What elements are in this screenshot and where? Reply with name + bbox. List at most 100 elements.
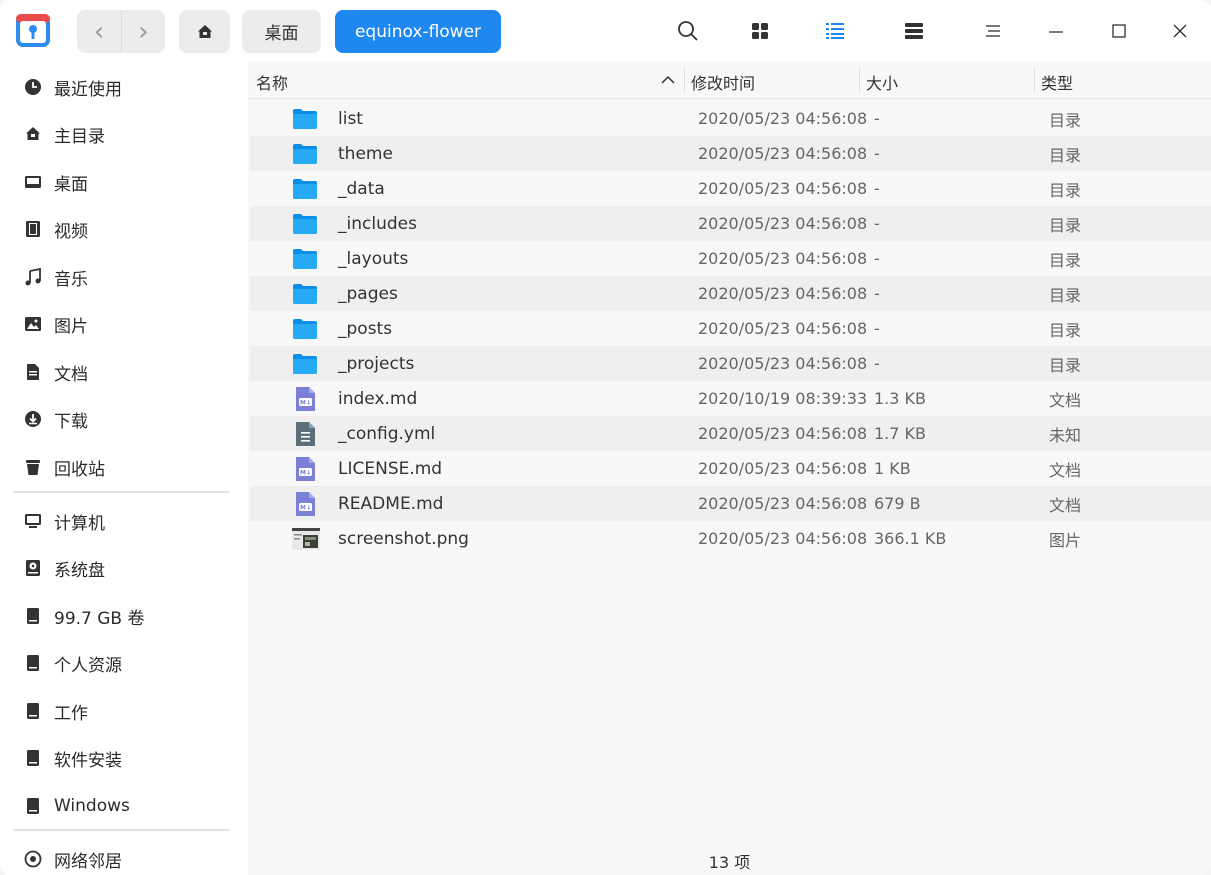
file-name: _data xyxy=(338,178,385,199)
folder-icon xyxy=(292,281,318,307)
document-icon xyxy=(24,363,42,381)
file-size: 1.3 KB xyxy=(874,389,926,408)
folder-icon xyxy=(292,246,318,272)
forward-button[interactable]: › xyxy=(121,10,165,53)
status-bar-count: 13 项 xyxy=(708,853,751,872)
folder-icon xyxy=(292,316,318,342)
list-view-button[interactable] xyxy=(820,16,850,46)
column-divider[interactable] xyxy=(684,68,685,92)
network-icon xyxy=(24,850,42,868)
file-modified-time: 2020/05/23 04:56:08 xyxy=(698,214,868,233)
table-row[interactable]: _pages 2020/05/23 04:56:08- 目录 xyxy=(250,276,1211,311)
file-size: - xyxy=(874,109,880,128)
folder-icon xyxy=(292,106,318,132)
chevron-left-icon: ‹ xyxy=(93,16,105,47)
file-type: 文档 xyxy=(1049,460,1082,480)
sidebar-item-windows[interactable]: Windows xyxy=(0,786,248,826)
table-row[interactable]: M↓ README.md 2020/05/23 04:56:08 679 B 文档 xyxy=(250,486,1211,521)
file-type: 目录 xyxy=(1049,355,1082,375)
icon-view-button[interactable] xyxy=(745,16,775,46)
sidebar-item-videos[interactable]: 视频 xyxy=(0,209,248,249)
computer-icon xyxy=(24,512,42,530)
file-size: 1 KB xyxy=(874,459,911,478)
hamburger-menu-icon xyxy=(986,25,1000,37)
file-name: _projects xyxy=(338,353,415,374)
sort-ascending-icon[interactable] xyxy=(661,75,675,85)
svg-text:M↓: M↓ xyxy=(300,400,311,407)
sidebar-item-label: 最近使用 xyxy=(54,79,122,100)
minimize-button[interactable] xyxy=(1041,16,1071,46)
file-type: 目录 xyxy=(1049,250,1082,270)
breadcrumb-desktop[interactable]: 桌面 xyxy=(242,10,321,53)
table-row[interactable]: theme 2020/05/23 04:56:08- 目录 xyxy=(250,136,1211,171)
sidebar-item-work[interactable]: 工作 xyxy=(0,691,248,731)
column-header-modified[interactable]: 修改时间 xyxy=(691,70,755,94)
table-row[interactable]: _layouts 2020/05/23 04:56:08- 目录 xyxy=(250,241,1211,276)
home-icon xyxy=(24,125,42,143)
table-row[interactable]: M↓ index.md 2020/10/19 08:39:33 1.3 KB 文档 xyxy=(250,381,1211,416)
sidebar-item-label: 视频 xyxy=(54,221,88,242)
file-name: theme xyxy=(338,143,393,164)
sidebar-item-music[interactable]: 音乐 xyxy=(0,257,248,297)
column-header-type[interactable]: 类型 xyxy=(1041,70,1073,94)
drive-icon xyxy=(24,607,42,625)
file-modified-time: 2020/05/23 04:56:08 xyxy=(698,354,868,373)
folder-icon xyxy=(292,351,318,377)
home-icon xyxy=(197,24,212,38)
sidebar-item-downloads[interactable]: 下载 xyxy=(0,399,248,439)
file-size: - xyxy=(874,144,880,163)
sidebar-item-pictures[interactable]: 图片 xyxy=(0,304,248,344)
minimize-icon xyxy=(1049,31,1063,33)
file-size: - xyxy=(874,284,880,303)
file-name: _config.yml xyxy=(338,423,436,444)
table-row[interactable]: _projects 2020/05/23 04:56:08- 目录 xyxy=(250,346,1211,381)
sidebar-item-software[interactable]: 软件安装 xyxy=(0,738,248,778)
sidebar-item-label: 回收站 xyxy=(54,459,105,480)
sidebar-item-documents[interactable]: 文档 xyxy=(0,352,248,392)
file-name: screenshot.png xyxy=(338,528,469,549)
column-header-name[interactable]: 名称 xyxy=(256,70,288,94)
file-type: 未知 xyxy=(1049,425,1082,445)
table-row[interactable]: M↓ LICENSE.md 2020/05/23 04:56:08 1 KB 文档 xyxy=(250,451,1211,486)
file-size: - xyxy=(874,179,880,198)
table-row[interactable]: _data 2020/05/23 04:56:08- 目录 xyxy=(250,171,1211,206)
table-row[interactable]: _includes 2020/05/23 04:56:08- 目录 xyxy=(250,206,1211,241)
breadcrumb-current[interactable]: equinox-flower xyxy=(335,10,501,53)
breadcrumb-label: equinox-flower xyxy=(354,21,482,42)
sidebar-item-volume[interactable]: 99.7 GB 卷 xyxy=(0,596,248,636)
markdown-file-icon: M↓ xyxy=(292,491,318,517)
file-name: _layouts xyxy=(338,248,409,269)
table-row[interactable]: _posts 2020/05/23 04:56:08- 目录 xyxy=(250,311,1211,346)
sidebar-item-home[interactable]: 主目录 xyxy=(0,114,248,154)
column-header-size[interactable]: 大小 xyxy=(866,70,898,94)
table-row[interactable]: _config.yml 2020/05/23 04:56:08 1.7 KB 未知 xyxy=(250,416,1211,451)
file-modified-time: 2020/10/19 08:39:33 xyxy=(698,389,868,408)
sidebar-item-network[interactable]: 网络邻居 xyxy=(0,839,248,875)
menu-button[interactable] xyxy=(978,16,1008,46)
sidebar-item-personal[interactable]: 个人资源 xyxy=(0,643,248,683)
sidebar-item-system-disk[interactable]: 系统盘 xyxy=(0,548,248,588)
file-size: 366.1 KB xyxy=(874,529,947,548)
file-type: 目录 xyxy=(1049,320,1082,340)
column-divider[interactable] xyxy=(859,68,860,92)
sidebar-item-desktop[interactable]: 桌面 xyxy=(0,162,248,202)
markdown-file-icon: M↓ xyxy=(292,386,318,412)
toolbar: ‹ › 桌面 equinox-flower xyxy=(0,0,1211,62)
home-crumb-button[interactable] xyxy=(179,10,230,53)
details-panel-button[interactable] xyxy=(899,16,929,46)
close-button[interactable] xyxy=(1165,16,1195,46)
sidebar-item-trash[interactable]: 回收站 xyxy=(0,447,248,487)
sidebar-item-computer[interactable]: 计算机 xyxy=(0,501,248,541)
folder-icon xyxy=(292,211,318,237)
table-row[interactable]: screenshot.png 2020/05/23 04:56:08 366.1 K… xyxy=(250,521,1211,556)
sidebar-item-label: 软件安装 xyxy=(54,750,122,771)
back-button[interactable]: ‹ xyxy=(77,10,121,53)
download-icon xyxy=(24,410,42,428)
sidebar-item-recent[interactable]: 最近使用 xyxy=(0,67,248,107)
drive-icon xyxy=(24,702,42,720)
search-button[interactable] xyxy=(673,16,703,46)
column-divider[interactable] xyxy=(1034,68,1035,92)
maximize-button[interactable] xyxy=(1104,16,1134,46)
sidebar-item-label: 个人资源 xyxy=(54,655,122,676)
table-row[interactable]: list 2020/05/23 04:56:08- 目录 xyxy=(250,101,1211,136)
